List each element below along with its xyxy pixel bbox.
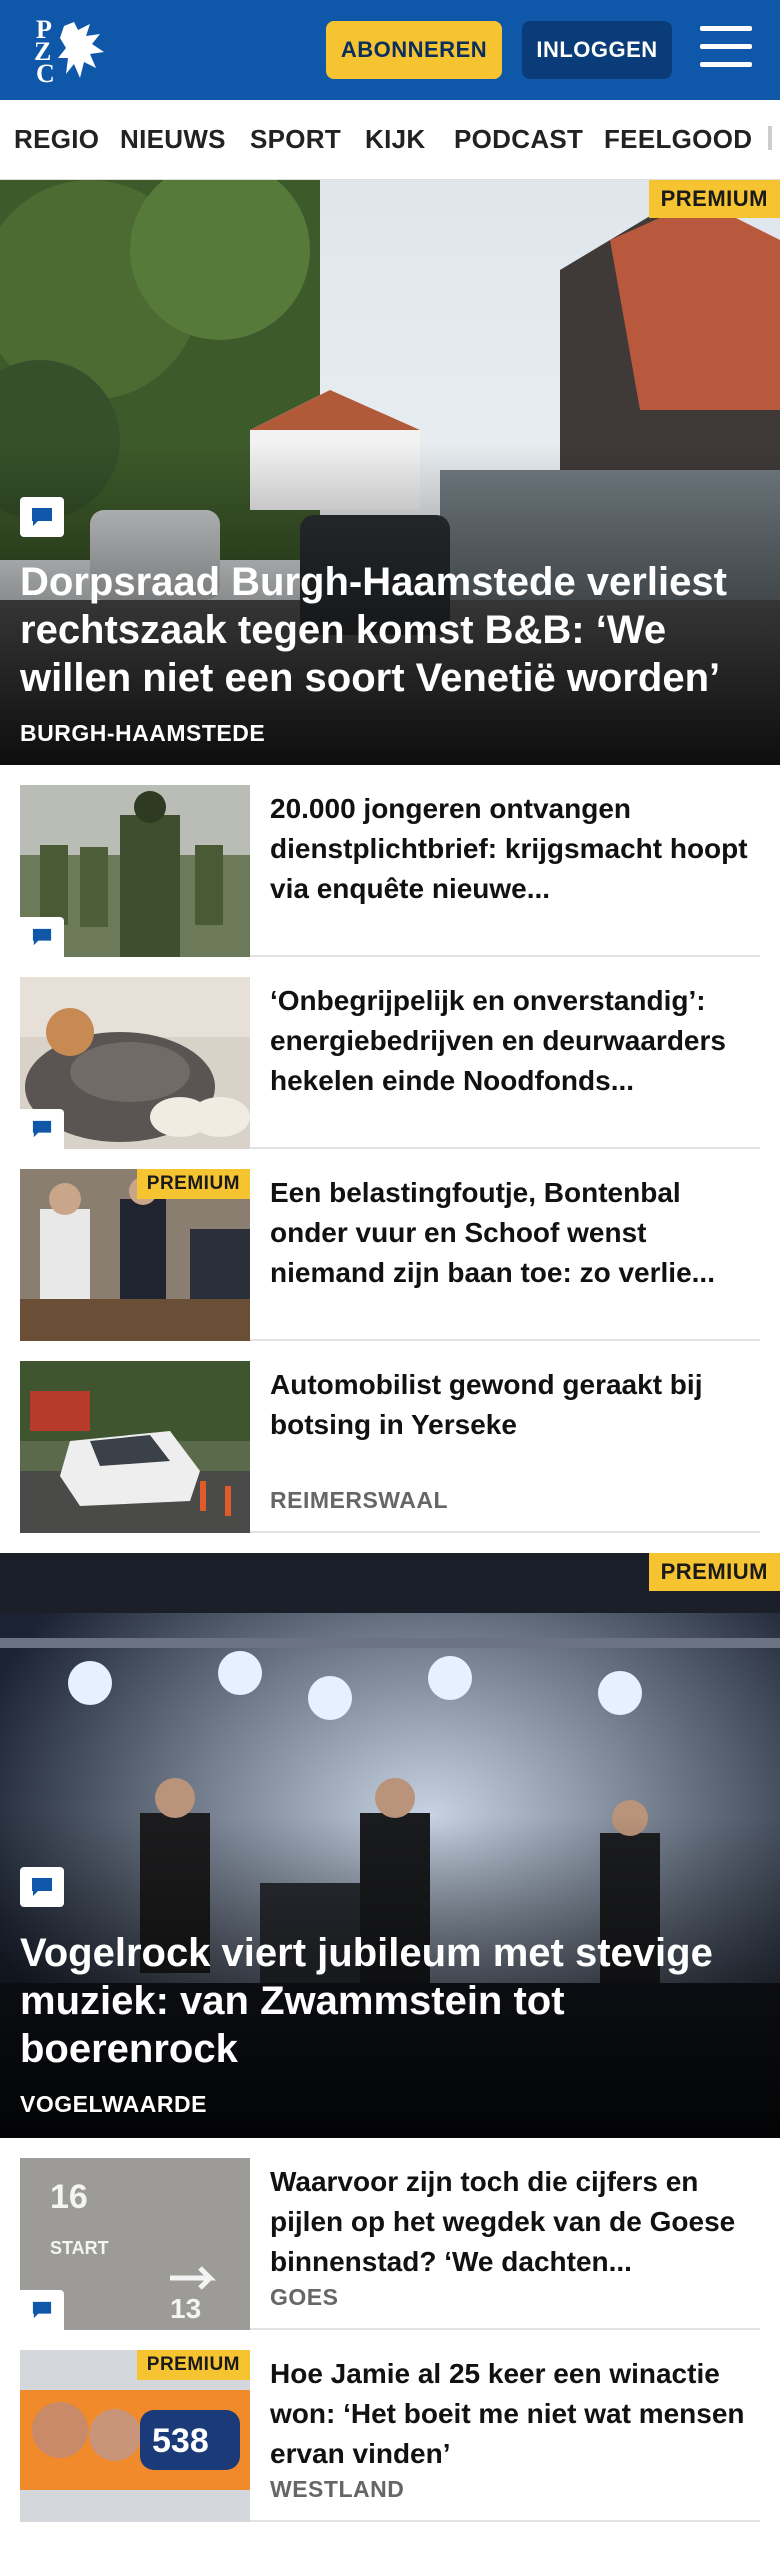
list-item[interactable]: ‘Onbegrijpelijk en onverstandig’: energi…: [20, 977, 760, 1149]
svg-text:16: 16: [50, 2178, 88, 2216]
list-item[interactable]: 20.000 jongeren ontvangen dienstplichtbr…: [20, 785, 760, 957]
article-title[interactable]: ‘Onbegrijpelijk en onverstandig’: energi…: [270, 981, 750, 1101]
list-item[interactable]: Automobilist gewond geraakt bij botsing …: [20, 1361, 760, 1533]
premium-badge: PREMIUM: [136, 2350, 250, 2380]
thumbnail-radio-538: 538 PREMIUM: [20, 2350, 250, 2522]
comment-icon: [20, 1109, 64, 1149]
premium-badge: PREMIUM: [648, 1553, 780, 1591]
hero-location: VOGELWAARDE: [20, 2091, 207, 2117]
login-button[interactable]: INLOGGEN: [522, 21, 672, 79]
svg-text:START: START: [50, 2238, 109, 2258]
hero-title[interactable]: Dorpsraad Burgh-Haamstede verliest recht…: [20, 558, 750, 702]
hero-location: BURGH-HAAMSTEDE: [20, 720, 266, 746]
thumbnail-road-markings: 16 START 13: [20, 2158, 250, 2330]
article-location: REIMERSWAAL: [270, 1487, 448, 1513]
hero-title[interactable]: Vogelrock viert jubileum met stevige muz…: [20, 1929, 750, 2073]
thumbnail-car-crash: [20, 1361, 250, 1533]
premium-badge: PREMIUM: [136, 1169, 250, 1199]
hero-article-1[interactable]: PREMIUM Dorpsraad Burgh-Haamstede verlie…: [0, 180, 780, 765]
nav-item-kijk[interactable]: KIJK: [365, 124, 425, 155]
comment-icon: [20, 497, 64, 537]
svg-text:C: C: [36, 59, 55, 86]
article-title[interactable]: 20.000 jongeren ontvangen dienstplichtbr…: [270, 789, 750, 909]
nav-item-nieuws[interactable]: NIEUWS: [120, 124, 226, 155]
list-item[interactable]: 538 PREMIUM Hoe Jamie al 25 keer een win…: [20, 2350, 760, 2522]
nav-item-podcast[interactable]: PODCAST: [454, 124, 583, 155]
hamburger-menu-icon[interactable]: [700, 26, 752, 72]
thumbnail-parliament: PREMIUM: [20, 1169, 250, 1341]
nav-overflow-indicator: [768, 126, 772, 150]
svg-text:538: 538: [152, 2422, 209, 2460]
list-item[interactable]: 16 START 13 Waarvoor zijn toch die cijfe…: [20, 2158, 760, 2330]
article-title[interactable]: Een belastingfoutje, Bontenbal onder vuu…: [270, 1173, 750, 1293]
svg-text:13: 13: [170, 2293, 201, 2324]
comment-icon: [20, 2290, 64, 2330]
comment-icon: [20, 1867, 64, 1907]
subscribe-button[interactable]: ABONNEREN: [326, 21, 502, 79]
nav-item-sport[interactable]: SPORT: [250, 124, 341, 155]
hero-article-2[interactable]: PREMIUM Vogelrock viert jubileum met ste…: [0, 1553, 780, 2138]
section-nav: REGIO NIEUWS SPORT KIJK PODCAST FEELGOOD: [0, 100, 780, 180]
top-header: P Z C ABONNEREN INLOGGEN: [0, 0, 780, 100]
nav-item-feelgood[interactable]: FEELGOOD: [604, 124, 752, 155]
article-location: GOES: [270, 2284, 339, 2310]
comment-icon: [20, 917, 64, 957]
premium-badge: PREMIUM: [648, 180, 780, 218]
thumbnail-blanket: [20, 977, 250, 1149]
article-location: WESTLAND: [270, 2476, 405, 2502]
pzc-logo[interactable]: P Z C: [30, 14, 110, 88]
nav-item-regio[interactable]: REGIO: [14, 124, 99, 155]
article-title[interactable]: Automobilist gewond geraakt bij botsing …: [270, 1365, 750, 1445]
article-title[interactable]: Waarvoor zijn toch die cijfers en pijlen…: [270, 2162, 750, 2282]
thumbnail-soldiers: [20, 785, 250, 957]
article-title[interactable]: Hoe Jamie al 25 keer een winactie won: ‘…: [270, 2354, 750, 2474]
list-item[interactable]: PREMIUM Een belastingfoutje, Bontenbal o…: [20, 1169, 760, 1341]
